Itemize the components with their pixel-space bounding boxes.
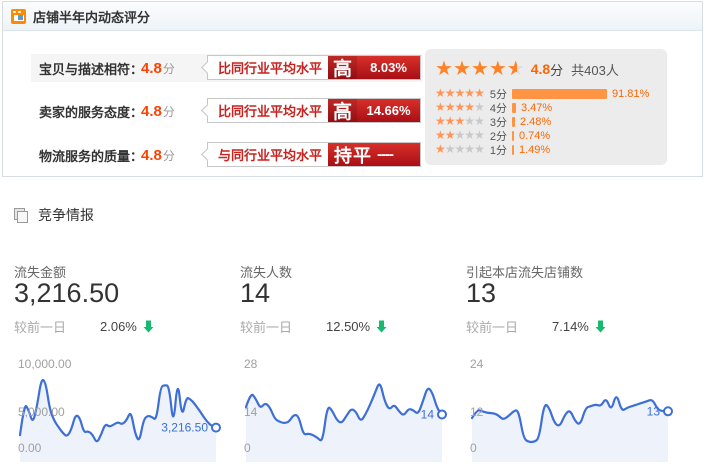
- compare-badge: 高 8.03%: [328, 56, 420, 79]
- breakdown-percent: 91.81%: [612, 88, 649, 100]
- rating-label: 宝贝与描述相符：: [39, 59, 141, 78]
- compare-label: 较前一日: [240, 317, 326, 336]
- svg-text:10,000.00: 10,000.00: [18, 357, 72, 371]
- svg-text:0.00: 0.00: [18, 441, 42, 455]
- breakdown-bar: [512, 131, 514, 141]
- score-unit: 分: [163, 60, 175, 77]
- summary-score: 4.8: [531, 61, 550, 77]
- breakdown-row: ★★★★★ 1分 1.49%: [435, 143, 667, 156]
- breakdown-row: ★★★★★ 2分 0.74%: [435, 129, 667, 142]
- calendar-icon: [11, 9, 26, 24]
- compare-badge: 持平 ----: [328, 143, 420, 166]
- svg-text:0: 0: [470, 441, 477, 455]
- svg-text:24: 24: [470, 357, 484, 371]
- svg-text:5,000.00: 5,000.00: [18, 405, 65, 419]
- rating-score: 4.8: [141, 103, 162, 120]
- down-arrow-icon: [595, 320, 606, 333]
- badge-char: 高: [328, 99, 357, 122]
- rating-row-description: 宝贝与描述相符： 4.8 分 比同行业平均水平 高 8.03%: [31, 54, 423, 82]
- rating-breakdown: ★★★★★ 5分 91.81% ★★★★★ 4分 3.47% ★★★★★ 3分 …: [435, 87, 667, 156]
- breakdown-bar: [512, 103, 516, 113]
- rating-row-service: 卖家的服务态度： 4.8 分 比同行业平均水平 高 14.66%: [31, 97, 423, 125]
- compare-callout: 比同行业平均水平 高 8.03%: [207, 55, 421, 80]
- trend-chart-lost-amount[interactable]: 10,000.00 5,000.00 0.00 3,216.50: [14, 356, 236, 462]
- badge-char: 持平: [328, 143, 377, 166]
- down-arrow-icon: [376, 320, 387, 333]
- metric-compare-row: 较前一日 12.50%: [240, 317, 462, 336]
- score-unit: 分: [163, 147, 175, 164]
- compare-label: 较前一日: [466, 317, 552, 336]
- badge-percent: 14.66%: [357, 99, 420, 122]
- trend-chart-lost-customers[interactable]: 28 14 0 14: [240, 356, 462, 462]
- breakdown-percent: 1.49%: [519, 144, 550, 156]
- breakdown-row: ★★★★★ 3分 2.48%: [435, 115, 667, 128]
- compare-text: 比同行业平均水平: [208, 99, 328, 122]
- compare-label: 较前一日: [14, 317, 100, 336]
- change-percent: 12.50%: [326, 319, 370, 334]
- score-unit: 分: [163, 103, 175, 120]
- compare-callout: 与同行业平均水平 持平 ----: [207, 142, 421, 167]
- breakdown-stars-icons: ★★★★★: [435, 87, 484, 100]
- change-percent: 2.06%: [100, 319, 137, 334]
- svg-text:28: 28: [244, 357, 258, 371]
- badge-char: 高: [328, 56, 357, 79]
- breakdown-stars-icons: ★★★★★: [435, 143, 484, 156]
- summary-score-unit: 分: [550, 60, 563, 79]
- down-arrow-icon: [143, 320, 154, 333]
- summary-total-raters: 共403人: [571, 60, 619, 79]
- rating-panel: 店铺半年内动态评分 宝贝与描述相符： 4.8 分 比同行业平均水平 高 8.03…: [2, 1, 703, 177]
- rating-score: 4.8: [141, 60, 162, 77]
- metric-value: 13: [466, 278, 496, 309]
- compare-text: 比同行业平均水平: [208, 56, 328, 79]
- compare-callout: 比同行业平均水平 高 14.66%: [207, 98, 421, 123]
- trend-chart-competitor-shops[interactable]: 24 12 0 13: [466, 356, 688, 462]
- svg-text:0: 0: [244, 441, 251, 455]
- svg-text:13: 13: [647, 404, 661, 418]
- svg-text:12: 12: [470, 405, 484, 419]
- rating-row-logistics: 物流服务的质量： 4.8 分 与同行业平均水平 持平 ----: [31, 141, 423, 169]
- breakdown-bar: [512, 145, 514, 155]
- compare-text: 与同行业平均水平: [208, 143, 328, 166]
- summary-star-row: ★★★★★★ 4.8 分 共403人: [435, 57, 667, 81]
- breakdown-percent: 0.74%: [519, 130, 550, 142]
- breakdown-percent: 2.48%: [520, 116, 551, 128]
- change-percent: 7.14%: [552, 319, 589, 334]
- breakdown-row: ★★★★★ 4分 3.47%: [435, 101, 667, 114]
- metric-value: 14: [240, 278, 270, 309]
- metric-value: 3,216.50: [14, 278, 119, 309]
- compare-badge: 高 14.66%: [328, 99, 420, 122]
- star-rating-icons: ★★★★★★: [435, 59, 525, 80]
- breakdown-row: ★★★★★ 5分 91.81%: [435, 87, 667, 100]
- breakdown-bar: [512, 89, 607, 99]
- breakdown-percent: 3.47%: [521, 102, 552, 114]
- rating-summary-panel: ★★★★★★ 4.8 分 共403人 ★★★★★ 5分 91.81% ★★★★★…: [425, 49, 667, 165]
- breakdown-label: 1分: [490, 142, 507, 158]
- breakdown-bar: [512, 117, 515, 127]
- badge-percent: 8.03%: [357, 56, 420, 79]
- metric-card-lost-customers[interactable]: 流失人数 14 较前一日 12.50% 2814014: [240, 179, 462, 465]
- breakdown-stars-icons: ★★★★★: [435, 129, 484, 142]
- rating-panel-header: 店铺半年内动态评分: [3, 2, 702, 31]
- badge-suffix: ----: [377, 143, 393, 166]
- svg-text:14: 14: [421, 407, 435, 421]
- metric-card-lost-amount[interactable]: 流失金额 3,216.50 较前一日 2.06% 10,000.005,000.…: [14, 179, 236, 465]
- competition-section: 竞争情报 流失金额 3,216.50 较前一日 2.06% 10,000.005…: [0, 179, 707, 465]
- svg-text:14: 14: [244, 405, 258, 419]
- rating-score: 4.8: [141, 147, 162, 164]
- breakdown-stars-icons: ★★★★★: [435, 101, 484, 114]
- breakdown-stars-icons: ★★★★★: [435, 115, 484, 128]
- rating-label: 物流服务的质量：: [39, 146, 141, 165]
- svg-text:3,216.50: 3,216.50: [161, 421, 208, 435]
- metric-compare-row: 较前一日 2.06%: [14, 317, 236, 336]
- metric-card-competitor-shops[interactable]: 引起本店流失店铺数 13 较前一日 7.14% 2412013: [466, 179, 688, 465]
- metric-compare-row: 较前一日 7.14%: [466, 317, 688, 336]
- rating-label: 卖家的服务态度：: [39, 102, 141, 121]
- rating-panel-title: 店铺半年内动态评分: [33, 7, 150, 26]
